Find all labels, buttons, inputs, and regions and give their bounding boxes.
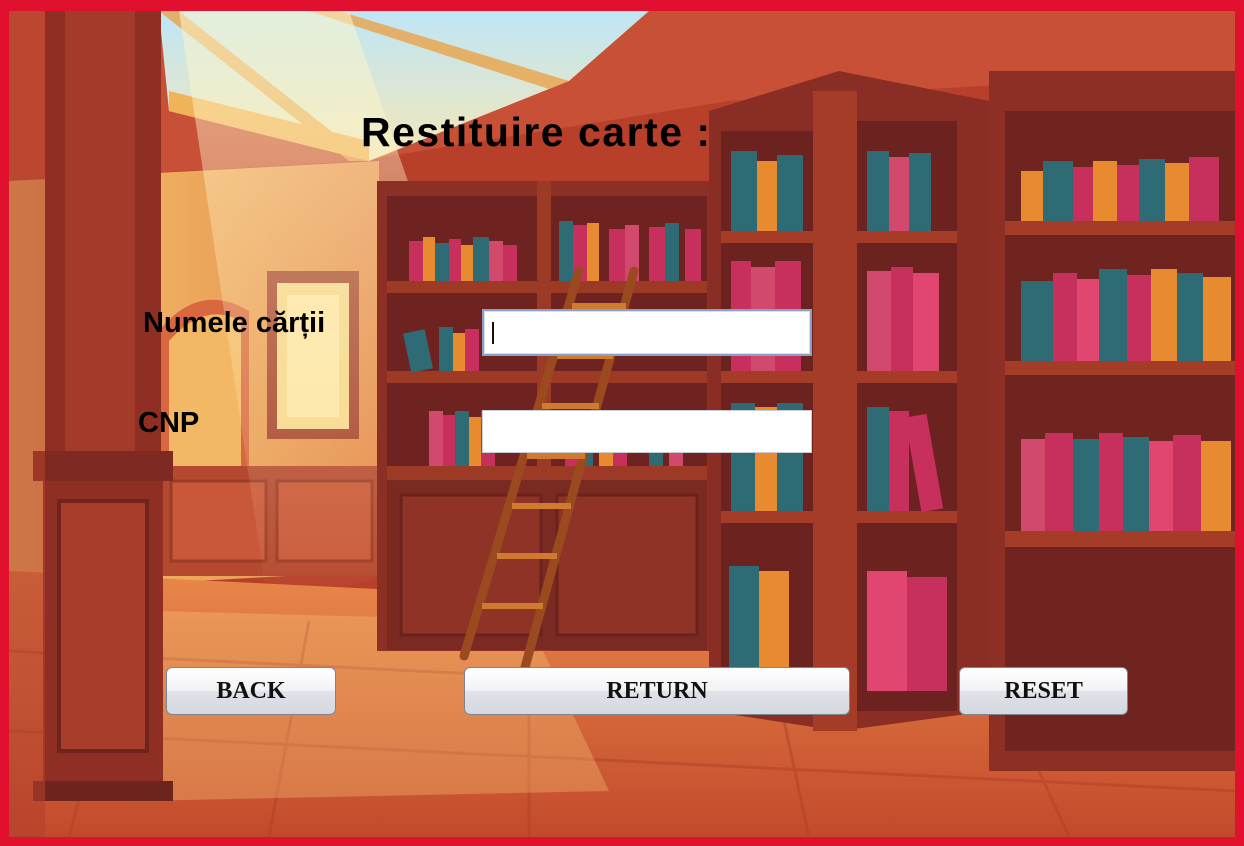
reset-button[interactable]: RESET <box>959 667 1128 715</box>
book-name-input[interactable] <box>482 309 812 356</box>
return-button[interactable]: RETURN <box>464 667 850 715</box>
cnp-label: CNP <box>138 407 200 439</box>
page-title: Restituire carte : <box>361 109 712 155</box>
text-cursor <box>492 322 494 344</box>
app-window: Restituire carte : Numele cărții CNP BAC… <box>0 0 1244 846</box>
back-button[interactable]: BACK <box>166 667 336 715</box>
cnp-input[interactable] <box>482 410 812 453</box>
book-name-label: Numele cărții <box>143 307 326 339</box>
